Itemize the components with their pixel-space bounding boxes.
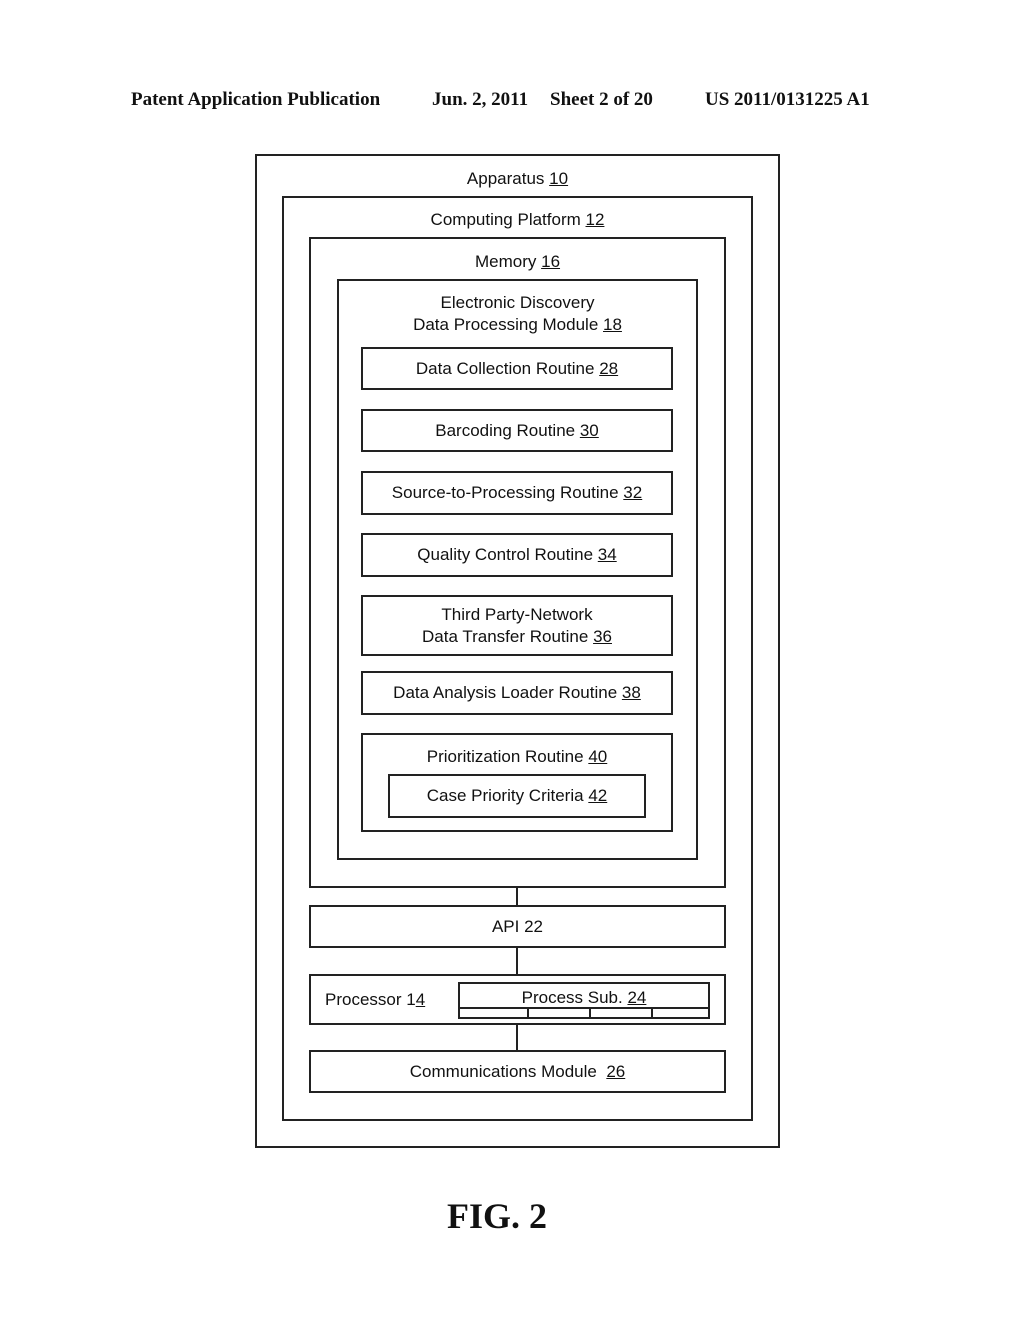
connector-memory-api: [516, 887, 518, 907]
routine-label: Source-to-Processing Routine 32: [391, 483, 643, 502]
routine-label: Quality Control Routine 34: [417, 545, 617, 564]
routine-third-party-transfer: Third Party-Network Data Transfer Routin…: [361, 595, 673, 656]
routine-data-collection: Data Collection Routine 28: [361, 347, 673, 390]
memory-label: Memory 16: [474, 252, 561, 271]
process-sub-label: Process Sub. 24: [521, 988, 647, 1007]
connector-processor-comms: [516, 1023, 518, 1052]
communications-module-box: Communications Module 26: [309, 1050, 726, 1093]
publication-date: Jun. 2, 2011: [432, 89, 529, 110]
process-sub-box: Process Sub. 24: [458, 982, 710, 1019]
apparatus-label: Apparatus 10: [466, 169, 569, 188]
communications-label: Communications Module 26: [409, 1062, 626, 1081]
routine-quality-control: Quality Control Routine 34: [361, 533, 673, 577]
processor-label: Processor 14: [325, 990, 426, 1009]
process-sub-slot: [591, 1009, 653, 1017]
api-label: API 22: [491, 917, 544, 936]
api-box: API 22: [309, 905, 726, 948]
process-sub-slot: [460, 1009, 529, 1017]
routine-label: Data Analysis Loader Routine 38: [393, 683, 641, 702]
process-sub-slots: [460, 1007, 708, 1017]
routine-label: Barcoding Routine 30: [435, 421, 599, 440]
module-label-line1: Electronic Discovery: [440, 293, 595, 312]
module-label-line2: Data Processing Module 18: [413, 315, 622, 334]
publication-label: Patent Application Publication: [131, 89, 381, 110]
routine-label: Prioritization Routine 40: [426, 747, 608, 766]
figure-label: FIG. 2: [446, 1196, 547, 1236]
processor-box: Processor 14 Process Sub. 24: [309, 974, 726, 1025]
routine-label-line1: Third Party-Network: [441, 605, 593, 624]
connector-api-processor: [516, 947, 518, 976]
process-sub-slot: [529, 1009, 591, 1017]
routine-barcoding: Barcoding Routine 30: [361, 409, 673, 452]
routine-label: Data Transfer Routine 36: [422, 627, 612, 646]
case-priority-criteria-box: Case Priority Criteria 42: [388, 774, 646, 818]
routine-data-analysis-loader: Data Analysis Loader Routine 38: [361, 671, 673, 715]
routine-source-to-processing: Source-to-Processing Routine 32: [361, 471, 673, 515]
patent-number: US 2011/0131225 A1: [705, 89, 870, 110]
criteria-label: Case Priority Criteria 42: [426, 786, 608, 805]
sheet-number: Sheet 2 of 20: [550, 89, 653, 110]
routine-label: Data Collection Routine 28: [415, 359, 619, 378]
computing-platform-label: Computing Platform 12: [430, 210, 605, 229]
